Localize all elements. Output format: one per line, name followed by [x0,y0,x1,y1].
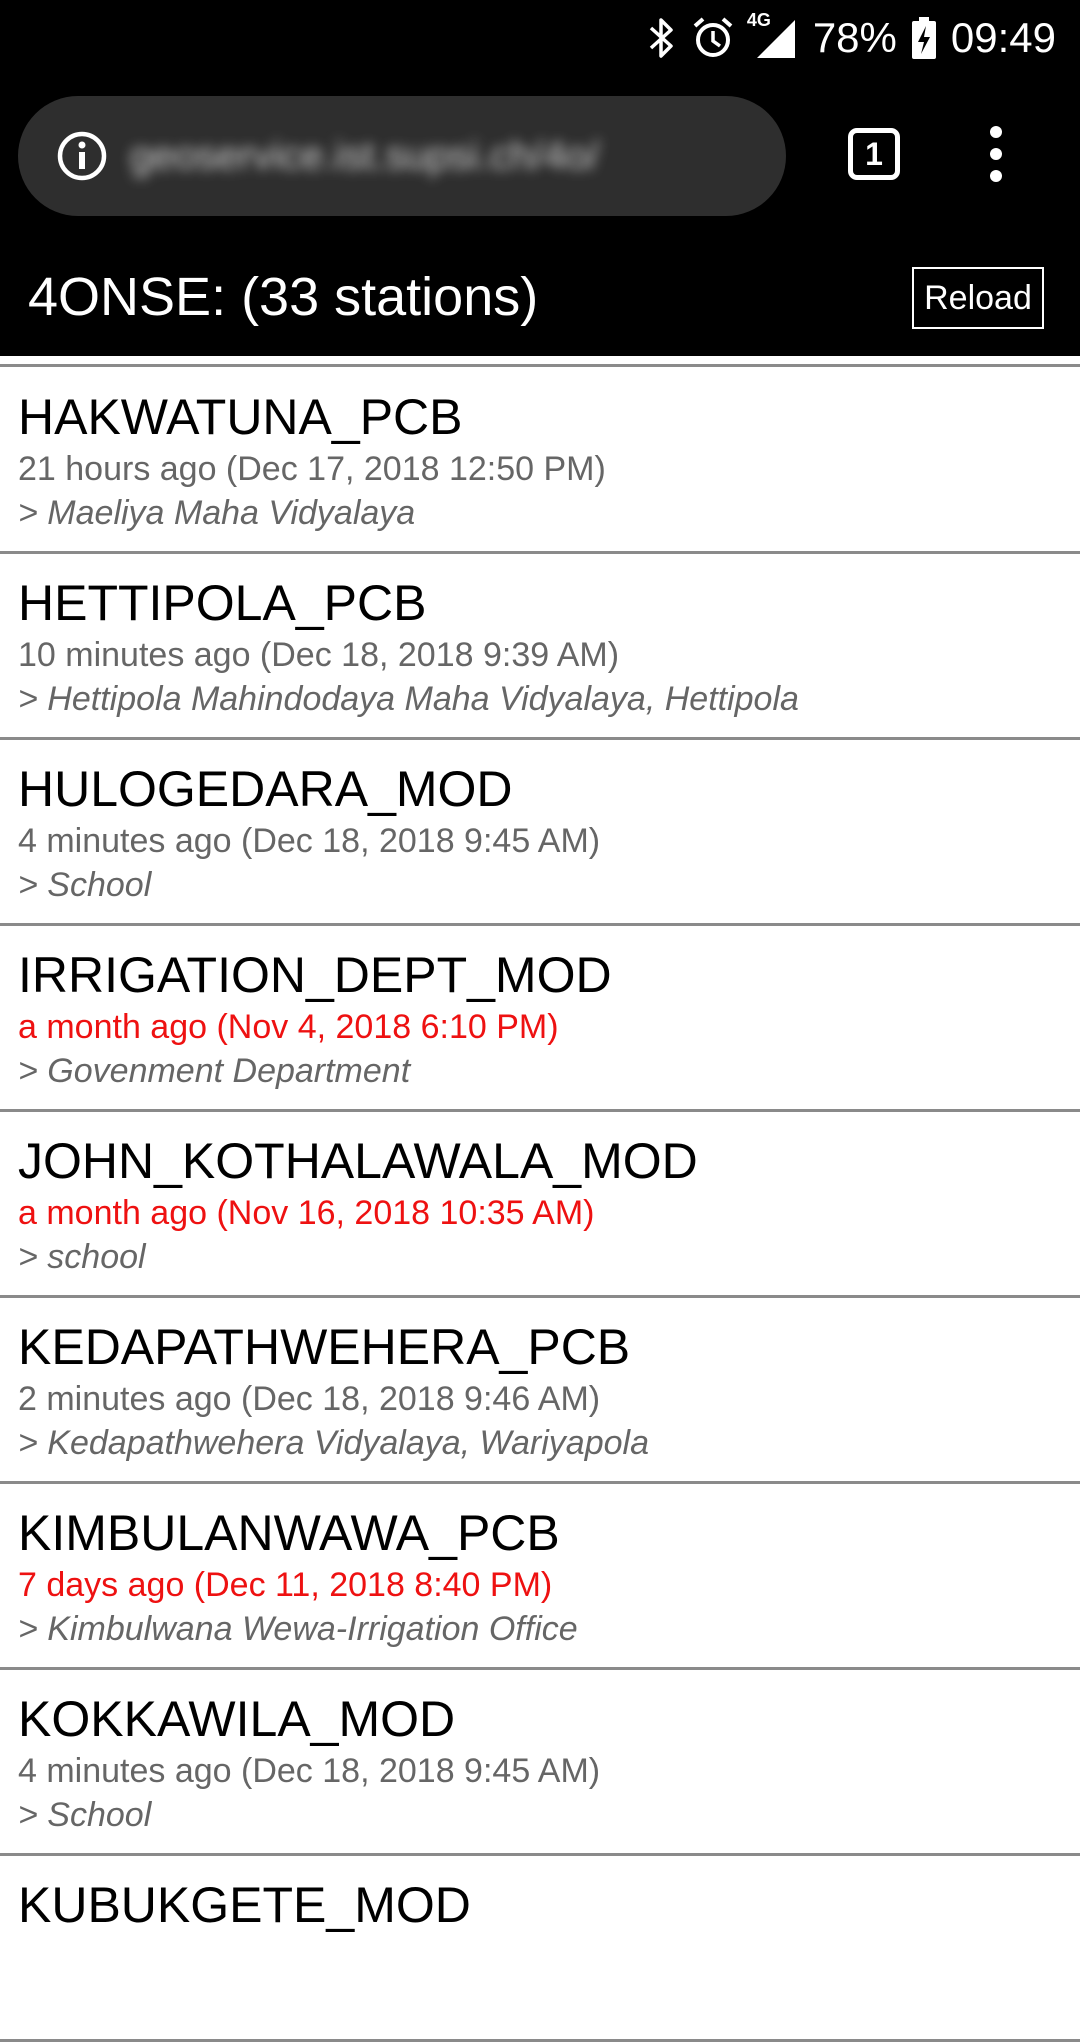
station-last-update: a month ago (Nov 16, 2018 10:35 AM) [18,1194,595,1232]
list-item[interactable]: KUBUKGETE_MOD [0,1856,1080,2042]
info-icon[interactable] [56,130,108,182]
station-last-update: 4 minutes ago (Dec 18, 2018 9:45 AM) [18,822,601,860]
list-item[interactable]: IRRIGATION_DEPT_MODa month ago (Nov 4, 2… [0,926,1080,1112]
more-vert-icon[interactable] [976,124,1016,184]
station-name: KEDAPATHWEHERA_PCB [18,1319,631,1375]
station-last-update: 21 hours ago (Dec 17, 2018 12:50 PM) [18,450,606,488]
station-location: > School [18,866,152,904]
list-item[interactable]: KEDAPATHWEHERA_PCB 2 minutes ago (Dec 18,… [0,1298,1080,1484]
station-last-update: 4 minutes ago (Dec 18, 2018 9:45 AM) [18,1752,601,1790]
list-item[interactable]: KOKKAWILA_MOD 4 minutes ago (Dec 18, 2018… [0,1670,1080,1856]
tab-switcher-button[interactable]: 1 [848,128,900,180]
station-name: JOHN_KOTHALAWALA_MOD [18,1133,698,1189]
list-item[interactable]: JOHN_KOTHALAWALA_MODa month ago (Nov 16,… [0,1112,1080,1298]
station-name: KIMBULANWAWA_PCB [18,1505,560,1561]
list-item[interactable]: KIMBULANWAWA_PCB 7 days ago (Dec 11, 2018… [0,1484,1080,1670]
station-location: > Kimbulwana Wewa-Irrigation Office [18,1610,578,1648]
alarm-icon [691,16,735,60]
station-list: HAKWATUNA_PCB 21 hours ago (Dec 17, 2018 … [0,368,1080,2042]
list-item[interactable]: HAKWATUNA_PCB 21 hours ago (Dec 17, 2018 … [0,368,1080,554]
station-name: HULOGEDARA_MOD [18,761,513,817]
status-icons: 4G 78% 09:49 [647,0,1056,76]
station-last-update: a month ago (Nov 4, 2018 6:10 PM) [18,1008,559,1046]
page-title: 4ONSE: (33 stations) [28,267,539,327]
app-header: 4ONSE: (33 stations) Reload [0,242,1080,356]
status-bar: 4G 78% 09:49 [0,0,1080,76]
station-location: > Hettipola Mahindodaya Maha Vidyalaya, … [18,680,799,718]
station-location: > school [18,1238,146,1276]
network-type: 4G [746,10,771,30]
reload-button[interactable]: Reload [912,267,1044,329]
station-last-update: 7 days ago (Dec 11, 2018 8:40 PM) [18,1566,553,1604]
station-location: > School [18,1796,152,1834]
signal-icon: 4G [747,10,799,60]
station-name: KOKKAWILA_MOD [18,1691,456,1747]
url-text[interactable]: geoservice.ist.supsi.ch/4o/ [130,96,730,216]
station-last-update: 10 minutes ago (Dec 18, 2018 9:39 AM) [18,636,620,674]
station-name: KUBUKGETE_MOD [18,1877,471,1933]
battery-percent: 78% [812,14,897,61]
address-bar[interactable]: geoservice.ist.supsi.ch/4o/ [18,96,786,216]
list-item[interactable]: HETTIPOLA_PCB 10 minutes ago (Dec 18, 201… [0,554,1080,740]
clock: 09:49 [950,14,1056,61]
station-name: HETTIPOLA_PCB [18,575,427,631]
list-item[interactable]: HULOGEDARA_MOD 4 minutes ago (Dec 18, 201… [0,740,1080,926]
divider [0,364,1080,367]
station-name: HAKWATUNA_PCB [18,389,463,445]
station-last-update: 2 minutes ago (Dec 18, 2018 9:46 AM) [18,1380,601,1418]
station-location: > Maeliya Maha Vidyalaya [18,494,416,532]
station-location: > Kedapathwehera Vidyalaya, Wariyapola [18,1424,649,1462]
station-location: > Govenment Department [18,1052,411,1090]
battery-charging-icon [911,16,937,60]
bluetooth-icon [647,16,677,60]
browser-toolbar: geoservice.ist.supsi.ch/4o/ 1 [0,76,1080,242]
station-name: IRRIGATION_DEPT_MOD [18,947,612,1003]
